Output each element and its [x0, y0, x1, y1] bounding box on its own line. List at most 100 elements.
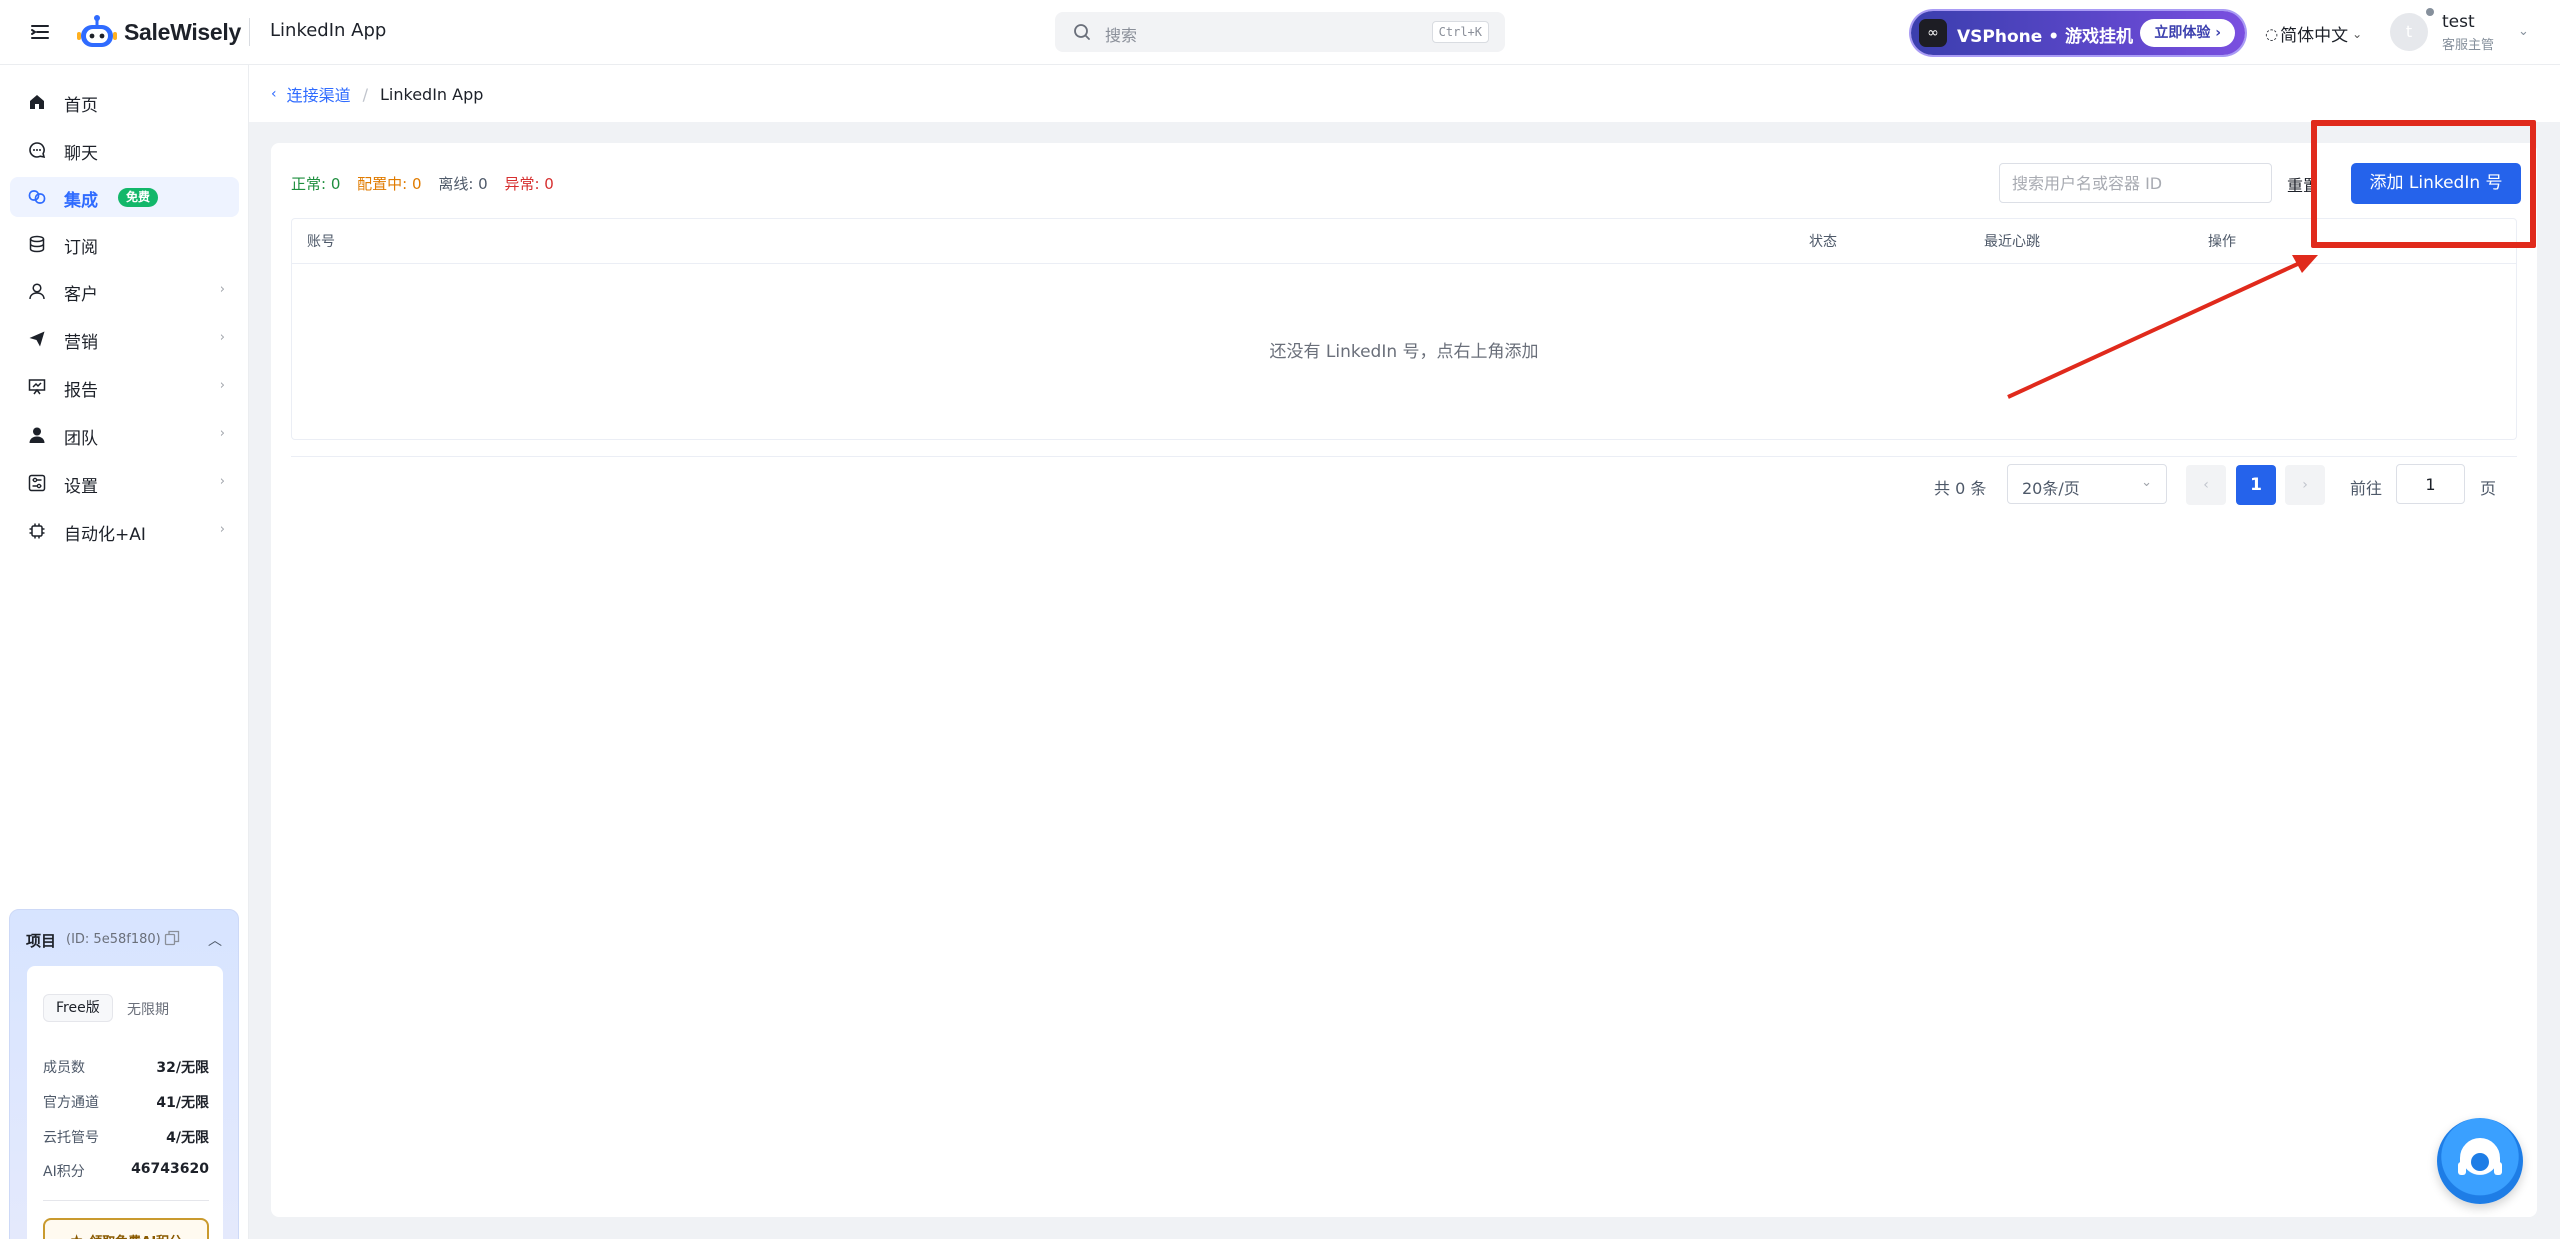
- sidebar-item-subscription[interactable]: 订阅: [10, 224, 239, 264]
- copy-icon[interactable]: [164, 930, 180, 946]
- chat-icon: [29, 142, 46, 159]
- report-icon: [28, 379, 46, 395]
- account-search-field[interactable]: [1999, 163, 2272, 203]
- menu-toggle-icon[interactable]: [28, 20, 52, 44]
- stat-value: 46743620: [131, 1161, 209, 1177]
- user-role: 客服主管: [2442, 38, 2495, 53]
- customer-support-button[interactable]: [2437, 1118, 2523, 1204]
- sidebar-item-customers[interactable]: 客户 ›: [10, 271, 239, 311]
- chevron-left-icon[interactable]: ‹: [271, 86, 277, 102]
- promo-banner[interactable]: ∞ VSPhone • 游戏挂机 立即体验 ›: [1911, 11, 2245, 55]
- sidebar-item-label: 客户: [64, 285, 98, 305]
- chevron-right-icon: ›: [219, 522, 225, 537]
- chevron-down-icon: ⌄: [2141, 475, 2152, 490]
- breadcrumb: ‹ 连接渠道 / LinkedIn App: [249, 82, 483, 106]
- free-badge: 免费: [118, 188, 159, 207]
- pagination: 共 0 条 20条/页 ⌄ ‹ 1 › 前往 页: [271, 464, 2537, 506]
- global-search[interactable]: 搜索 Ctrl+K: [1055, 12, 1505, 52]
- chip-icon: [29, 523, 45, 539]
- search-icon: [1074, 24, 1090, 40]
- top-bar: SaleWisely LinkedIn App 搜索 Ctrl+K ∞ VSPh…: [0, 0, 2560, 65]
- chevron-left-icon: ‹: [2203, 477, 2209, 493]
- sidebar-item-chat[interactable]: 聊天: [10, 130, 239, 170]
- project-card: 项目 (ID: 5e58f180) ︿ Free版 无限期 成员数 32/无限 …: [9, 909, 239, 1239]
- user-icon: [29, 283, 45, 300]
- page-size-select[interactable]: 20条/页 ⌄: [2007, 464, 2167, 504]
- stat-row: 云托管号 4/无限: [43, 1127, 209, 1147]
- plan-period: 无限期: [127, 1002, 169, 1018]
- chevron-right-icon: ›: [219, 378, 225, 393]
- app-title: LinkedIn App: [270, 20, 387, 41]
- stat-label: 成员数: [43, 1060, 85, 1076]
- sidebar-item-settings[interactable]: 设置 ›: [10, 463, 239, 503]
- brand-logo[interactable]: SaleWisely: [76, 14, 241, 50]
- chevron-right-icon: ›: [219, 330, 225, 345]
- user-name: test: [2442, 12, 2475, 32]
- chevron-down-icon: ⌄: [2518, 24, 2529, 39]
- goto-label: 前往: [2350, 479, 2383, 498]
- promo-text: VSPhone • 游戏挂机: [1957, 27, 2133, 47]
- header-divider: [249, 18, 250, 46]
- goto-page-input[interactable]: [2397, 465, 2464, 503]
- status-config-count: 配置中: 0: [357, 175, 422, 193]
- column-header-status: 状态: [1809, 234, 1837, 250]
- stat-label: 云托管号: [43, 1130, 99, 1146]
- stat-label: AI积分: [43, 1164, 85, 1180]
- vsphone-logo-icon: ∞: [1919, 19, 1947, 47]
- status-normal-count: 正常: 0: [291, 175, 341, 193]
- language-switcher[interactable]: ◌ 简体中文 ⌄: [2265, 21, 2362, 47]
- main-content: ‹ 连接渠道 / LinkedIn App 正常: 0 配置中: 0 离线: 0…: [249, 65, 2560, 1217]
- brand-name: SaleWisely: [124, 18, 241, 45]
- pagination-total: 共 0 条: [1934, 479, 1987, 498]
- next-page-button[interactable]: ›: [2285, 465, 2325, 505]
- breadcrumb-current: LinkedIn App: [380, 84, 484, 104]
- team-icon: [29, 427, 45, 443]
- column-header-account: 账号: [307, 234, 335, 250]
- chevron-right-icon: ›: [219, 426, 225, 441]
- promo-cta-button[interactable]: 立即体验 ›: [2140, 19, 2235, 47]
- linkedin-accounts-card: 正常: 0 配置中: 0 离线: 0 异常: 0 重置 添加 LinkedIn …: [271, 143, 2537, 1217]
- account-search-input[interactable]: [2000, 164, 2271, 202]
- sidebar-item-label: 团队: [64, 429, 98, 449]
- sidebar-item-reports[interactable]: 报告 ›: [10, 367, 239, 407]
- stat-value: 4/无限: [166, 1130, 209, 1146]
- goto-page-field[interactable]: [2396, 464, 2465, 504]
- breadcrumb-parent-link[interactable]: 连接渠道: [287, 82, 351, 106]
- sidebar-item-label: 首页: [64, 96, 98, 116]
- accounts-table: 账号 状态 最近心跳 操作 还没有 LinkedIn 号，点右上角添加: [291, 218, 2517, 440]
- presence-dot: [2426, 8, 2434, 16]
- search-shortcut: Ctrl+K: [1431, 21, 1489, 43]
- prev-page-button[interactable]: ‹: [2186, 465, 2226, 505]
- sidebar-item-integration[interactable]: 集成 免费: [10, 177, 239, 217]
- sidebar-item-label: 设置: [64, 477, 98, 497]
- breadcrumb-bar: ‹ 连接渠道 / LinkedIn App: [249, 65, 2560, 122]
- project-details: Free版 无限期 成员数 32/无限 官方通道 41/无限 云托管号 4/无限…: [27, 966, 223, 1239]
- stat-row: 官方通道 41/无限: [43, 1092, 209, 1112]
- sidebar-item-automation-ai[interactable]: 自动化+AI ›: [10, 511, 239, 551]
- annotation-highlight-box: [2311, 120, 2536, 248]
- sidebar-item-label: 订阅: [64, 238, 98, 258]
- language-label: 简体中文: [2280, 26, 2349, 46]
- project-id: (ID: 5e58f180): [66, 932, 161, 947]
- database-icon: [29, 235, 45, 253]
- table-header: 账号 状态 最近心跳 操作: [292, 219, 2516, 264]
- sidebar-item-marketing[interactable]: 营销 ›: [10, 319, 239, 359]
- sidebar-item-home[interactable]: 首页: [10, 82, 239, 122]
- search-placeholder: 搜索: [1105, 26, 1138, 45]
- sidebar-item-label: 营销: [64, 333, 98, 353]
- chevron-up-icon[interactable]: ︿: [208, 930, 222, 950]
- column-header-actions: 操作: [2208, 234, 2236, 250]
- home-icon: [30, 95, 44, 109]
- sidebar-item-team[interactable]: 团队 ›: [10, 415, 239, 455]
- divider: [291, 456, 2517, 457]
- avatar[interactable]: t: [2390, 13, 2428, 51]
- page-number-button[interactable]: 1: [2236, 465, 2276, 505]
- robot-logo-icon: [77, 15, 117, 47]
- chevron-right-icon: ›: [219, 282, 225, 297]
- user-menu[interactable]: t test 客服主管 ⌄: [2390, 8, 2540, 56]
- claim-free-ai-credits-button[interactable]: ★ 领取免费AI积分: [43, 1218, 209, 1239]
- stat-row: AI积分 46743620: [43, 1161, 209, 1181]
- page-suffix: 页: [2480, 479, 2497, 498]
- settings-icon: [28, 474, 46, 492]
- status-summary: 正常: 0 配置中: 0 离线: 0 异常: 0: [291, 173, 566, 194]
